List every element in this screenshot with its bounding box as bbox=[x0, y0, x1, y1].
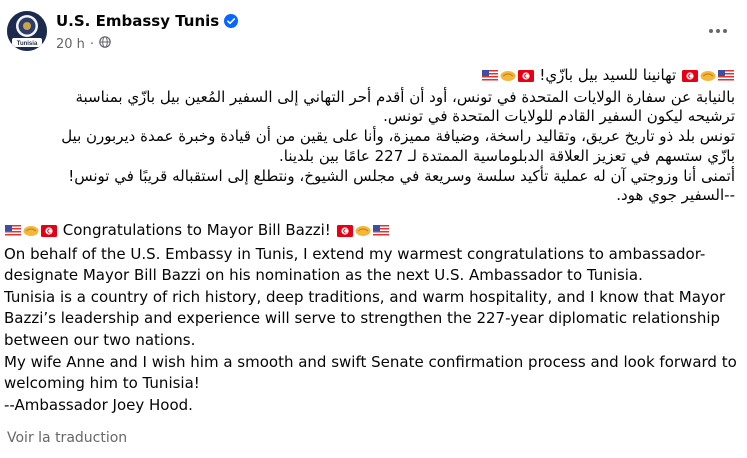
arabic-title-line: تهانينا للسيد بيل بازّي! bbox=[0, 66, 735, 88]
handshake-icon bbox=[700, 68, 716, 88]
verified-badge-icon bbox=[224, 14, 239, 28]
arabic-paragraph-line: ترشيحه ليكون السفير القادم للولايات المت… bbox=[383, 107, 735, 126]
page-avatar[interactable]: Tunisia bbox=[7, 11, 47, 51]
page-name[interactable]: U.S. Embassy Tunis bbox=[56, 12, 219, 30]
english-title-line: Congratulations to Mayor Bill Bazzi! bbox=[4, 220, 739, 244]
more-options-button[interactable] bbox=[703, 16, 733, 46]
arabic-paragraph-line: بالنيابة عن سفارة الولايات المتحدة في تو… bbox=[75, 87, 735, 106]
english-paragraph-line: Tunisia is a country of rich history, de… bbox=[4, 287, 726, 306]
english-paragraph-line: Bazzi’s leadership and experience will s… bbox=[4, 309, 721, 328]
english-paragraph-line: On behalf of the U.S. Embassy in Tunis, … bbox=[4, 244, 706, 263]
arabic-paragraph-line: أتمنى أنا وزوجتي آن له عملية تأكيد سلسة … bbox=[68, 166, 735, 185]
tunisia-flag-icon bbox=[682, 68, 698, 88]
avatar-text: Tunisia bbox=[17, 41, 38, 47]
embassy-seal-icon: Tunisia bbox=[7, 11, 47, 51]
arabic-paragraph-line: تونس بلد ذو تاريخ عريق، وتقاليد راسخة، و… bbox=[61, 127, 735, 146]
english-title: Congratulations to Mayor Bill Bazzi! bbox=[62, 221, 331, 239]
post-timestamp[interactable]: 20 h bbox=[56, 37, 85, 52]
arabic-signature-line: --السفير جوي هود. bbox=[616, 186, 735, 205]
english-paragraph-line: welcoming him to Tunisia! bbox=[4, 374, 200, 393]
more-options-icon bbox=[709, 29, 727, 33]
arabic-paragraph-line: بازّي ستسهم في تعزيز العلاقة الدبلوماسية… bbox=[279, 146, 735, 165]
usa-flag-icon bbox=[481, 68, 498, 88]
tunisia-flag-icon bbox=[41, 222, 57, 244]
globe-icon bbox=[99, 36, 111, 52]
handshake-icon bbox=[500, 68, 516, 88]
post-text-english: Congratulations to Mayor Bill Bazzi! On … bbox=[4, 220, 739, 416]
arabic-title: تهانينا للسيد بيل بازّي! bbox=[539, 66, 677, 84]
see-translation-link[interactable]: Voir la traduction bbox=[7, 430, 127, 446]
page-name-link[interactable]: U.S. Embassy Tunis bbox=[56, 12, 239, 30]
handshake-icon bbox=[23, 222, 39, 244]
english-signature-line: --Ambassador Joey Hood. bbox=[4, 395, 193, 414]
usa-flag-icon bbox=[718, 68, 734, 88]
post-text-arabic: تهانينا للسيد بيل بازّي! بالنيابة عن سفا… bbox=[0, 66, 735, 206]
meta-separator: · bbox=[89, 36, 95, 52]
english-paragraph-line: My wife Anne and I wish him a smooth and… bbox=[4, 352, 737, 371]
tunisia-flag-icon bbox=[517, 68, 534, 88]
usa-flag-icon bbox=[372, 222, 389, 244]
usa-flag-icon bbox=[5, 222, 21, 244]
tunisia-flag-icon bbox=[336, 222, 353, 244]
english-paragraph-line: designate Mayor Bill Bazzi on his nomina… bbox=[4, 266, 643, 285]
english-paragraph-line: between our two nations. bbox=[4, 330, 196, 349]
handshake-icon bbox=[355, 222, 371, 244]
post-header: Tunisia U.S. Embassy Tunis 20 h · bbox=[0, 0, 747, 62]
post-meta: 20 h · bbox=[56, 36, 111, 52]
